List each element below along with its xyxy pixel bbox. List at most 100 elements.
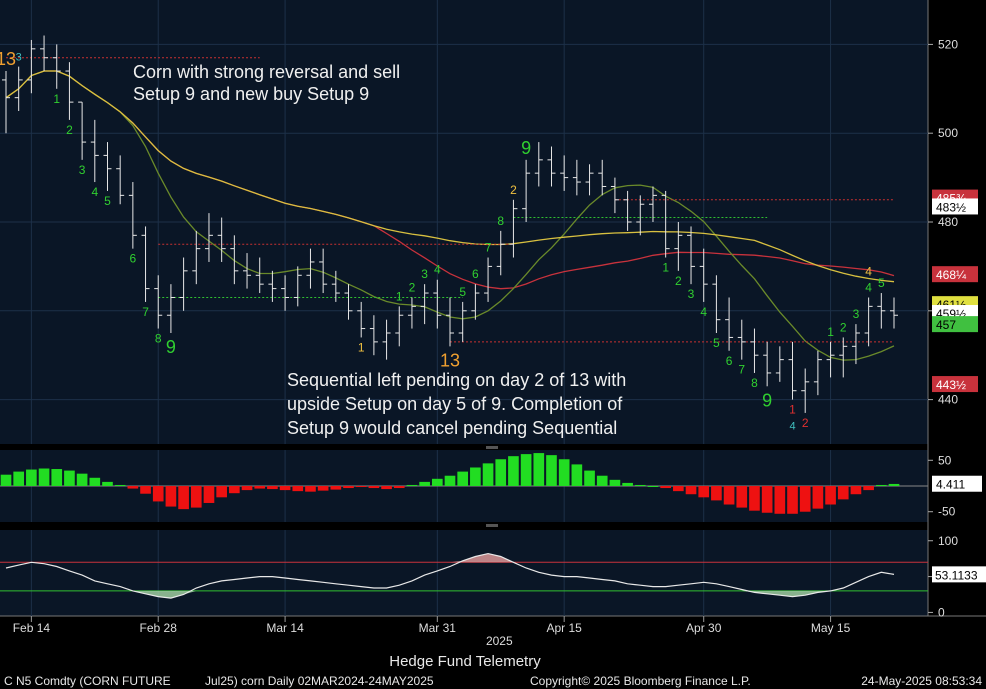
date-tick-label: Feb 28 bbox=[140, 621, 178, 635]
momentum-bar bbox=[279, 486, 291, 491]
momentum-bar bbox=[165, 486, 177, 507]
price-label-text: 483½ bbox=[936, 200, 966, 214]
momentum-bar bbox=[292, 486, 304, 492]
footer-instrument: C N5 Comdty (CORN FUTURE bbox=[4, 674, 171, 688]
td-count-label: 9 bbox=[166, 337, 176, 357]
momentum-bar bbox=[305, 486, 316, 492]
chart-svg: Feb 14 Feb 28 Mar 14 Mar 31 Apr 15 Apr 30 May … bbox=[0, 0, 986, 688]
momentum-bar bbox=[267, 486, 278, 490]
td-count-label: 1 bbox=[53, 92, 60, 106]
momentum-bar bbox=[355, 486, 367, 488]
year-label: 2025 bbox=[486, 634, 513, 648]
momentum-bar bbox=[114, 484, 126, 486]
momentum-bar bbox=[38, 468, 50, 486]
momentum-bar bbox=[76, 473, 88, 486]
momentum-bar bbox=[457, 471, 469, 486]
annotation-1-line-2: Setup 9 and new buy Setup 9 bbox=[133, 84, 369, 104]
momentum-bar bbox=[381, 486, 392, 490]
momentum-bar bbox=[203, 486, 215, 503]
momentum-bar bbox=[51, 469, 63, 486]
momentum-bar bbox=[875, 484, 887, 486]
td-count-label: 6 bbox=[130, 252, 137, 266]
td-count-label: 4 bbox=[789, 421, 795, 433]
td-count-label: 3 bbox=[79, 163, 86, 177]
td-count-label: 9 bbox=[521, 138, 531, 158]
td-count-label: 2 bbox=[409, 280, 416, 294]
momentum-bar bbox=[508, 456, 519, 486]
td-count-label: 2 bbox=[840, 320, 847, 334]
momentum-bar bbox=[609, 479, 621, 486]
price-tick-label: 440 bbox=[938, 393, 958, 407]
momentum-bar bbox=[596, 475, 608, 486]
momentum-bar bbox=[317, 486, 329, 491]
momentum-bar bbox=[254, 486, 266, 489]
td-count-label: 1 bbox=[662, 261, 669, 275]
momentum-bar bbox=[673, 486, 684, 492]
momentum-bar bbox=[799, 486, 811, 512]
chart-root: Feb 14 Feb 28 Mar 14 Mar 31 Apr 15 Apr 30 May … bbox=[0, 0, 986, 689]
momentum-bar bbox=[520, 454, 532, 486]
momentum-bar bbox=[419, 481, 430, 486]
momentum-bar bbox=[89, 477, 101, 486]
td-count-label: 5 bbox=[713, 336, 720, 350]
td-count-label: 3 bbox=[16, 52, 22, 64]
momentum-bar bbox=[178, 486, 189, 510]
momentum-bar bbox=[774, 486, 786, 514]
price-tick-label: 520 bbox=[938, 37, 958, 51]
momentum-bar bbox=[660, 486, 671, 489]
momentum-bar bbox=[622, 482, 633, 486]
td-count-label: 4 bbox=[434, 263, 441, 277]
td-count-label: 3 bbox=[421, 267, 428, 281]
panel-splitter-1 bbox=[486, 446, 498, 449]
td-count-label: 8 bbox=[497, 214, 504, 228]
momentum-bar bbox=[685, 486, 697, 495]
td-count-label: 1 bbox=[358, 340, 365, 354]
momentum-bar bbox=[482, 463, 494, 486]
momentum-bar bbox=[647, 486, 659, 487]
oscillator-tick-label: 100 bbox=[938, 534, 958, 548]
momentum-bar bbox=[406, 484, 418, 486]
momentum-bar bbox=[888, 483, 900, 486]
price-label-text: 457 bbox=[936, 318, 956, 332]
td-count-label: 5 bbox=[459, 285, 466, 299]
oscillator-panel-bg bbox=[0, 530, 928, 616]
td-count-label: 5 bbox=[878, 276, 885, 290]
momentum-bar bbox=[634, 484, 646, 486]
momentum-bar bbox=[431, 478, 443, 486]
panel-splitter-2 bbox=[486, 524, 498, 527]
momentum-bar bbox=[546, 455, 557, 486]
td-count-label: 6 bbox=[726, 354, 733, 368]
td-count-label: 1 bbox=[396, 289, 403, 303]
price-label-text: 468¼ bbox=[936, 268, 967, 282]
td-count-label: 3 bbox=[688, 287, 695, 301]
momentum-bar bbox=[749, 486, 760, 511]
momentum-bar bbox=[190, 486, 202, 508]
momentum-bar bbox=[470, 467, 481, 486]
td-count-label: 9 bbox=[762, 390, 772, 410]
td-count-label: 8 bbox=[155, 332, 162, 346]
annotation-2-line-1: Sequential left pending on day 2 of 13 w… bbox=[287, 370, 626, 390]
momentum-bar bbox=[711, 486, 722, 501]
momentum-bar bbox=[216, 486, 227, 498]
td-count-label: 2 bbox=[802, 416, 809, 430]
td-count-label: 7 bbox=[142, 305, 149, 319]
momentum-bar bbox=[584, 470, 595, 486]
momentum-bar bbox=[495, 459, 507, 486]
date-tick-label: Apr 30 bbox=[686, 621, 722, 635]
date-tick-label: Mar 14 bbox=[266, 621, 304, 635]
momentum-bar bbox=[127, 486, 139, 489]
annotation-2-line-2: upside Setup on day 5 of 9. Completion o… bbox=[287, 394, 623, 414]
momentum-bar bbox=[64, 470, 75, 486]
momentum-bar bbox=[368, 486, 380, 489]
price-tick-label: 480 bbox=[938, 215, 958, 229]
momentum-bar bbox=[140, 486, 151, 494]
td-count-label: 2 bbox=[66, 123, 73, 137]
momentum-bar bbox=[558, 459, 570, 486]
momentum-bar bbox=[736, 486, 748, 508]
momentum-bar bbox=[0, 474, 12, 486]
momentum-bar bbox=[850, 486, 862, 495]
td-count-label: 4 bbox=[865, 280, 872, 294]
td-count-label: 1 bbox=[789, 403, 796, 417]
oscillator-tick-label: 0 bbox=[938, 605, 945, 619]
momentum-bar bbox=[698, 486, 710, 498]
